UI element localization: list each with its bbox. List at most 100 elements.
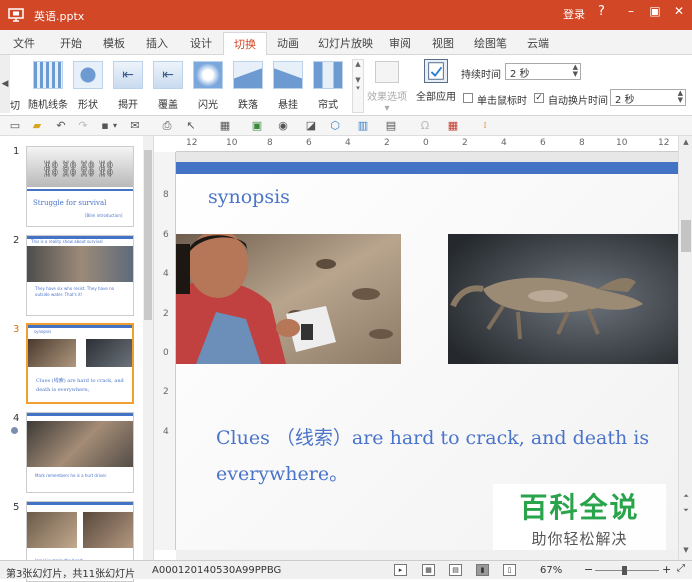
duration-spinner[interactable]: 2 秒 ▲ ▼ [505,63,581,80]
reading-view-icon[interactable]: ▯ [503,564,516,576]
slide-count-status: 第3张幻灯片，共11张幻灯片 [6,569,136,580]
effect-shape[interactable]: 形状 [68,61,108,113]
duration-label: 持续时间 [461,70,501,81]
gallery-scroll-left-icon[interactable]: ◀ [0,55,10,113]
transitions-ribbon: ◀ 切 随机线条 形状 ⇤ 揭开 ⇤ 覆盖 闪光 跌落 悬挂 帘式 ▲ ▼ ▾ 效果… [0,55,692,116]
zoom-out-icon[interactable]: − [584,563,593,576]
normal-view-icon[interactable]: ▮ [476,564,489,576]
slide-vertical-scrollbar[interactable]: ▲ ⏶ ⏷ ▼ [678,136,692,560]
tab-review[interactable]: 审阅 [389,35,411,51]
mail-icon[interactable]: ✉ [128,119,142,133]
print-icon[interactable]: ⎙ [160,119,174,133]
cut-effect-label[interactable]: 切 [10,97,20,112]
coyote-carcass-photo[interactable] [448,234,678,364]
textbox-icon[interactable]: ▤ [384,119,398,133]
effect-options-button[interactable]: 效果选项 ▾ [366,59,408,114]
man-with-note-photo[interactable] [176,234,401,364]
sorter-view-icon[interactable]: ▦ [422,564,435,576]
tab-transitions[interactable]: 切换 [223,32,267,56]
effect-options-icon [375,61,399,83]
thumbnail-text: They have six who resist. They have no o… [35,286,115,297]
thumbnail-slide-1[interactable]: ⛓⛓⛓⛓ Struggle for survival [Bilm introdu… [26,146,134,227]
smartart-icon[interactable]: ⬡ [328,119,342,133]
on-click-checkbox[interactable] [463,93,473,103]
zoom-slider[interactable] [595,566,659,575]
tab-animations[interactable]: 动画 [277,35,299,51]
effect-random-bars[interactable]: 随机线条 [28,61,68,113]
next-slide-icon[interactable]: ⏷ [679,506,692,515]
login-link[interactable]: 登录 [563,6,585,22]
gallery-scrollbar[interactable]: ▲ ▼ ▾ [352,59,364,113]
notes-view-icon[interactable]: ▤ [449,564,462,576]
tab-design[interactable]: 设计 [190,35,212,51]
tab-insert[interactable]: 插入 [146,35,168,51]
effect-cover[interactable]: ⇤ 覆盖 [148,61,188,113]
scrollbar-thumb[interactable] [681,220,691,252]
apply-all-button[interactable]: 全部应用 [414,59,458,103]
restore-button[interactable]: ▣ [646,4,664,22]
slideshow-view-icon[interactable]: ▸ [394,564,407,576]
symbol-icon[interactable]: Ω [418,119,432,133]
spinner-arrows-icon[interactable]: ▲ ▼ [573,64,578,78]
thumbnail-scrollbar[interactable] [143,136,153,560]
scrollbar-thumb[interactable] [144,150,152,320]
template-code-status: A000120140530A99PPBG [152,565,282,576]
close-button[interactable]: ✕ [670,4,688,22]
thumbnail-title: synopsis [34,329,52,334]
thumbnail-slide-2[interactable]: This is a reality show about survival Th… [26,235,134,316]
slide-body-text[interactable]: Clues （线索）are hard to crack, and death i… [216,420,656,492]
tab-drawing-pen[interactable]: 绘图笔 [474,35,507,51]
select-pointer-icon[interactable]: ↖ [184,119,198,133]
fall-icon [233,61,263,89]
thumbnail-subtitle: [Bilm introduction] [85,213,123,218]
effect-curtains[interactable]: 帘式 [308,61,348,113]
customize-toolbar-icon[interactable]: ⁞ [478,119,492,133]
tab-file[interactable]: 文件 [13,35,35,51]
ribbon-tab-bar: 文件 开始 模板 插入 设计 切换 动画 幻灯片放映 审阅 视图 绘图笔 云端 [0,30,692,56]
chart-icon[interactable]: ▥ [356,119,370,133]
shapes-icon[interactable]: ◪ [304,119,318,133]
zoom-slider-knob[interactable] [622,566,627,575]
thumbnail-title: This is a reality show about survival [31,239,103,244]
redo-icon[interactable]: ↷ [76,119,90,133]
curtains-icon [313,61,343,89]
spinner-arrows-icon[interactable]: ▲ ▼ [678,90,683,104]
effect-drape[interactable]: 悬挂 [268,61,308,113]
tab-slideshow[interactable]: 幻灯片放映 [318,35,373,51]
help-icon[interactable]: ? [598,4,605,19]
previous-slide-icon[interactable]: ⏶ [679,492,692,501]
tab-home[interactable]: 开始 [60,35,82,51]
calendar-icon[interactable]: ▦ [446,119,460,133]
thumbnail-text: Clues (线索) are hard to crack, and death … [36,378,124,393]
tab-cloud[interactable]: 云端 [527,35,549,51]
effect-flash[interactable]: 闪光 [188,61,228,113]
undo-icon[interactable]: ↶ [54,119,68,133]
zoom-level[interactable]: 67% [540,565,562,576]
chevron-down-icon[interactable]: ▾ [108,119,122,133]
media-icon[interactable]: ◉ [276,119,290,133]
scroll-up-icon[interactable]: ▲ [679,138,692,146]
tab-templates[interactable]: 模板 [103,35,125,51]
new-document-icon[interactable]: ▭ [8,119,22,133]
fit-window-icon[interactable]: ⤢ [677,563,685,574]
auto-advance-checkbox[interactable]: ✓ [534,93,544,103]
chevron-down-icon: ▾ [384,103,390,114]
watermark: 百科全说 助你轻松解决 [493,484,666,550]
minimize-button[interactable]: – [622,4,640,22]
thumbnail-slide-4[interactable]: Mark remembers he is a hurt driver. [26,412,134,493]
picture-icon[interactable]: ▣ [250,119,264,133]
open-folder-icon[interactable]: ▰ [30,119,44,133]
effect-fall[interactable]: 跌落 [228,61,268,113]
random-bars-icon [33,61,63,89]
zoom-in-icon[interactable]: + [662,563,671,576]
table-icon[interactable]: ▦ [218,119,232,133]
apply-all-icon [424,59,448,83]
slide-horizontal-scrollbar[interactable] [176,550,678,560]
scroll-down-icon[interactable]: ▼ [679,546,692,554]
thumbnail-slide-3[interactable]: synopsis Clues (线索) are hard to crack, a… [26,323,134,404]
tab-view[interactable]: 视图 [432,35,454,51]
effect-uncover[interactable]: ⇤ 揭开 [108,61,148,113]
cover-arrow-icon: ⇤ [153,61,183,89]
slide-heading[interactable]: synopsis [208,186,290,208]
auto-advance-spinner[interactable]: 2 秒 ▲ ▼ [610,89,686,106]
